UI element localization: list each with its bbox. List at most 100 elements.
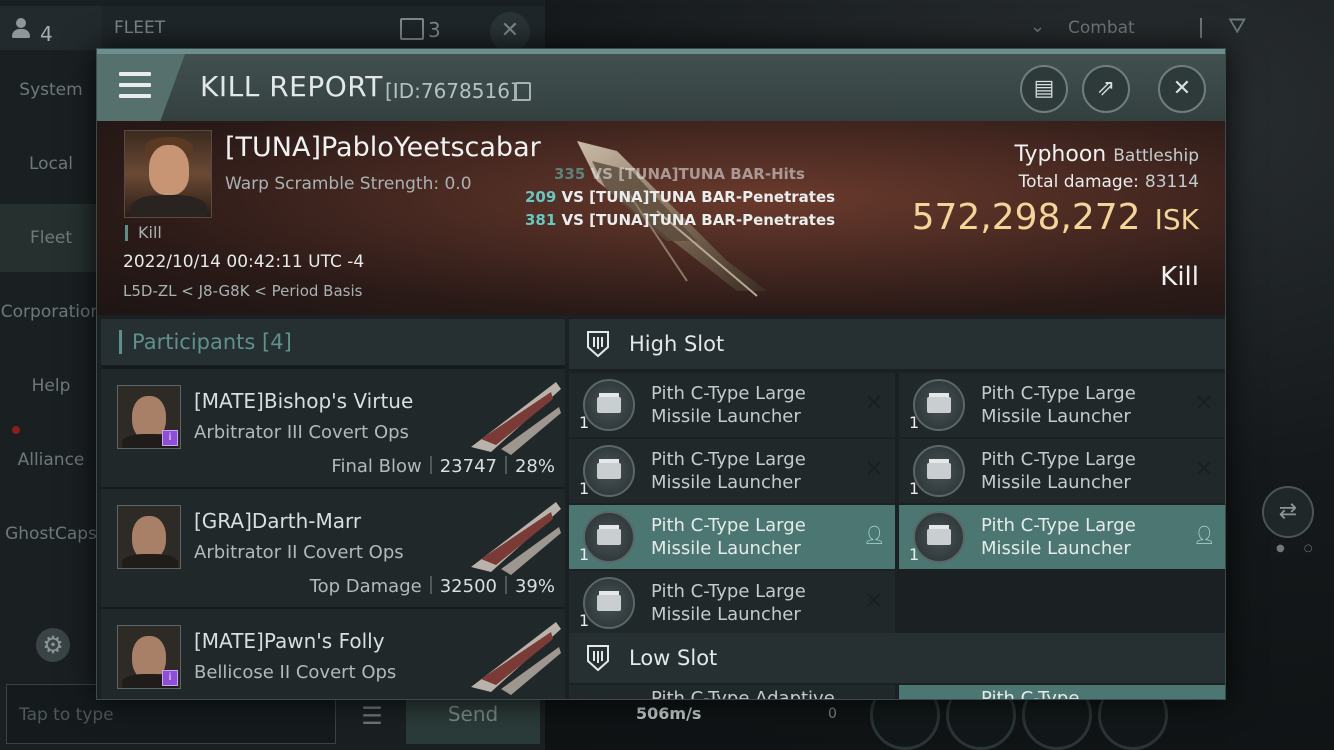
speed-zero: 0: [828, 706, 837, 722]
fleet-channel-tab[interactable]: FLEET 3 ✕: [102, 6, 545, 52]
fleet-channel-count: 3: [428, 18, 441, 42]
chevron-down-icon: ⌄: [1030, 16, 1046, 37]
low-slot-header: Low Slot: [569, 633, 1225, 683]
item-quantity: 1: [579, 611, 590, 630]
participant-row[interactable]: i [MATE]Bishop's Virtue Arbitrator III Cov…: [101, 369, 565, 487]
dropped-icon: 👤︎: [863, 525, 886, 546]
low-slot-item[interactable]: Pith C-Type Adaptive: [569, 685, 895, 699]
dialog-header: KILL REPORT [ID:7678516] ▤ ⇗ ✕: [97, 49, 1225, 121]
missile-launcher-icon: [913, 445, 965, 497]
kill-report-dialog: KILL REPORT [ID:7678516] ▤ ⇗ ✕ [TUNA]Pab…: [96, 48, 1226, 700]
participant-damage: 32500: [439, 576, 497, 597]
hamburger-icon: [119, 72, 151, 98]
notification-dot: [12, 426, 20, 434]
high-slot-item[interactable]: 1 Pith C-Type Large Missile Launcher ✕: [569, 373, 895, 437]
high-slot-label: High Slot: [629, 332, 725, 356]
item-name: Pith C-Type Large Missile Launcher: [981, 515, 1136, 559]
high-slot-item[interactable]: 1 Pith C-Type Large Missile Launcher 👤︎: [899, 505, 1225, 569]
gear-icon[interactable]: ⚙: [36, 628, 70, 662]
filter-icon[interactable]: ⛛: [1228, 14, 1246, 39]
total-damage: Total damage: 83114: [1018, 172, 1199, 192]
high-slot-item[interactable]: 1 Pith C-Type Large Missile Launcher ✕: [569, 439, 895, 503]
participant-percent: 39%: [514, 576, 555, 597]
high-slot-header: High Slot: [569, 319, 1225, 369]
participant-stats: Top Damage 32500 39%: [310, 576, 555, 597]
dialog-title: KILL REPORT: [200, 70, 383, 103]
high-slot-item[interactable]: 1 Pith C-Type Large Missile Launcher ✕: [899, 373, 1225, 437]
missile-launcher-icon: [583, 379, 635, 431]
clipboard-icon[interactable]: ▤: [1020, 65, 1068, 113]
kill-id: [ID:7678516]: [385, 79, 518, 103]
fleet-channel-label: FLEET: [114, 18, 166, 38]
missile-launcher-icon: [583, 445, 635, 497]
victim-banner: [TUNA]PabloYeetscabar Warp Scramble Stre…: [97, 121, 1225, 315]
participant-name: [GRA]Darth-Marr: [194, 509, 362, 533]
hit-line: 381 VS [TUNA]TUNA BAR-Penetrates: [525, 211, 836, 229]
share-icon[interactable]: ⇗: [1082, 65, 1130, 113]
nav-item-local[interactable]: Local: [0, 130, 102, 198]
missile-launcher-icon: [583, 511, 635, 563]
participant-stats: Final Blow 23747 28%: [331, 456, 555, 477]
swap-icon[interactable]: ⇄: [1262, 486, 1314, 538]
high-slot-item[interactable]: 1 Pith C-Type Large Missile Launcher ✕: [569, 571, 895, 635]
nav-item-alliance[interactable]: Alliance: [0, 426, 102, 494]
item-quantity: 1: [909, 413, 920, 432]
participant-row[interactable]: i [MATE]Pawn's Folly Bellicose II Covert O…: [101, 609, 565, 699]
combat-filter-tab[interactable]: ⌄ Combat ⛛: [1010, 6, 1334, 50]
item-quantity: 1: [579, 545, 590, 564]
high-slot-icon: [587, 331, 609, 358]
warp-scramble-strength: Warp Scramble Strength: 0.0: [225, 174, 472, 194]
participant-ship: Bellicose II Covert Ops: [194, 662, 397, 683]
copy-icon[interactable]: [515, 82, 531, 101]
destroyed-icon: ✕: [864, 457, 884, 482]
participants-panel[interactable]: Participants [4] i [MATE]Bishop's Virtue A…: [101, 319, 565, 699]
isk-value: 572,298,272 ISK: [911, 197, 1199, 238]
avatar[interactable]: i: [117, 385, 181, 449]
participant-ship: Arbitrator III Covert Ops: [194, 422, 409, 443]
avatar[interactable]: i: [117, 625, 181, 689]
item-name: Pith C-Type Large Missile Launcher: [651, 449, 806, 493]
fitting-panel[interactable]: High Slot 1 Pith C-Type Large Missile Laun…: [569, 319, 1225, 699]
chat-close-icon[interactable]: ✕: [490, 12, 530, 52]
page-dots: ● ○: [1276, 543, 1321, 554]
hit-line: 335 VS [TUNA]TUNA BAR-Hits: [554, 165, 805, 183]
chat-menu-icon[interactable]: ☰: [344, 694, 400, 738]
item-name: Pith C-Type Large Missile Launcher: [651, 515, 806, 559]
item-name: Pith C-Type Large Missile Launcher: [651, 581, 806, 625]
close-icon[interactable]: ✕: [1158, 65, 1206, 113]
nav-item-help[interactable]: Help: [0, 352, 102, 420]
divider: [1200, 18, 1202, 38]
item-quantity: 1: [909, 545, 920, 564]
high-slot-item[interactable]: 1 Pith C-Type Large Missile Launcher 👤︎: [569, 505, 895, 569]
speed-readout: 506m/s: [636, 704, 702, 723]
victim-ship-type: Typhoon Battleship: [1014, 142, 1199, 167]
nav-item-ghostcaps[interactable]: GhostCaps: [0, 500, 102, 568]
nav-item-system[interactable]: System: [0, 56, 102, 124]
missile-launcher-icon: [583, 577, 635, 629]
badge-icon: i: [162, 430, 178, 446]
combat-label: Combat: [1068, 18, 1135, 38]
participant-percent: 28%: [514, 456, 555, 477]
avatar[interactable]: [117, 505, 181, 569]
kill-tag: Kill: [125, 225, 162, 241]
low-slot-item[interactable]: Pith C-Type: [899, 685, 1225, 699]
participant-role: Final Blow: [331, 456, 422, 477]
member-count-tab[interactable]: 4: [0, 6, 102, 50]
nav-item-corporation[interactable]: Corporation: [0, 278, 102, 346]
item-quantity: 1: [909, 479, 920, 498]
missile-launcher-icon: [913, 511, 965, 563]
item-name: Pith C-Type Large Missile Launcher: [651, 383, 806, 427]
participant-role: Top Damage: [309, 576, 422, 597]
high-slot-item[interactable]: 1 Pith C-Type Large Missile Launcher ✕: [899, 439, 1225, 503]
menu-button[interactable]: [97, 54, 185, 121]
missile-launcher-icon: [913, 379, 965, 431]
ship-icon: [471, 382, 561, 455]
nav-item-fleet[interactable]: Fleet: [0, 204, 102, 272]
participant-row[interactable]: [GRA]Darth-Marr Arbitrator II Covert Ops T…: [101, 489, 565, 607]
participant-name: [MATE]Pawn's Folly: [194, 629, 385, 653]
user-icon: [10, 18, 34, 40]
participants-header: Participants [4]: [101, 319, 565, 365]
game-screen: 4 FLEET 3 ✕ System Local Fleet Corporation H…: [0, 0, 1334, 750]
ship-icon: [471, 502, 561, 575]
destroyed-icon: ✕: [864, 589, 884, 614]
